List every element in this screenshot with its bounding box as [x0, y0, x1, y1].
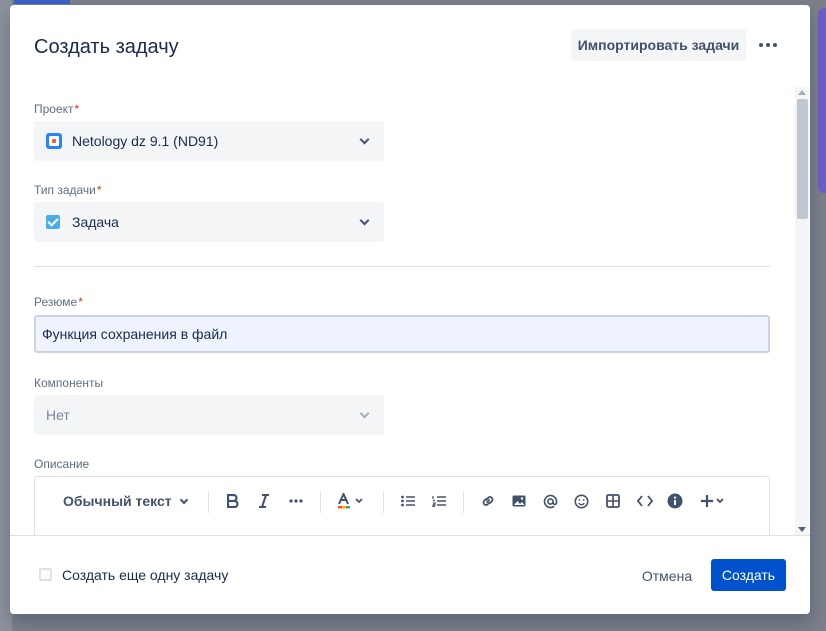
project-label: Проект* [34, 102, 80, 116]
components-value: Нет [46, 407, 70, 423]
link-icon[interactable] [479, 490, 497, 512]
emoji-icon[interactable] [573, 490, 589, 512]
chevron-down-icon [359, 134, 370, 145]
editor-toolbar: Обычный текст [35, 477, 769, 525]
chevron-down-icon [359, 408, 370, 419]
components-label: Компоненты [34, 376, 104, 390]
code-icon[interactable] [636, 490, 654, 512]
background-tab-indicator [14, 0, 70, 4]
issue-type-label: Тип задачи* [34, 183, 102, 197]
image-icon[interactable] [511, 490, 527, 512]
bullet-list-icon[interactable] [400, 490, 416, 512]
table-icon[interactable] [605, 490, 621, 512]
toolbar-divider [208, 491, 209, 513]
toolbar-divider [320, 491, 321, 513]
modal-header: Создать задачу Импортировать задачи [10, 5, 810, 87]
section-divider [34, 266, 770, 267]
project-select[interactable]: Netology dz 9.1 (ND91) [34, 121, 384, 161]
text-style-dropdown[interactable]: Обычный текст [63, 493, 188, 509]
components-select[interactable]: Нет [34, 395, 384, 435]
description-label: Описание [34, 457, 90, 471]
create-another-label: Создать еще одну задачу [62, 567, 229, 583]
text-color-icon[interactable] [336, 490, 368, 512]
create-issue-modal: Создать задачу Импортировать задачи Прое… [10, 5, 810, 614]
insert-icon[interactable] [699, 490, 729, 512]
modal-body: Проект* Netology dz 9.1 (ND91) Тип задач… [10, 87, 810, 535]
bold-icon[interactable] [225, 490, 241, 512]
toolbar-divider [463, 491, 464, 513]
chevron-down-icon [359, 215, 370, 226]
summary-input[interactable] [34, 315, 770, 353]
project-avatar-icon [46, 133, 62, 149]
create-button[interactable]: Создать [711, 559, 786, 591]
info-icon[interactable] [667, 490, 683, 512]
modal-footer: Создать еще одну задачу Отмена Создать [10, 535, 810, 614]
modal-title: Создать задачу [34, 36, 179, 58]
project-value: Netology dz 9.1 (ND91) [72, 133, 219, 149]
summary-label: Резюме* [34, 295, 83, 309]
scroll-up-arrow-icon[interactable] [798, 90, 806, 95]
mention-icon[interactable] [542, 490, 558, 512]
cancel-button[interactable]: Отмена [634, 560, 700, 592]
import-issues-button[interactable]: Импортировать задачи [571, 29, 746, 61]
numbered-list-icon[interactable] [431, 490, 447, 512]
task-checkbox-icon [46, 215, 60, 229]
more-actions-icon[interactable] [754, 33, 782, 57]
description-editor[interactable]: Обычный текст [34, 476, 770, 535]
more-formatting-icon[interactable] [287, 490, 305, 512]
chevron-down-icon [179, 495, 188, 504]
issue-type-select[interactable]: Задача [34, 202, 384, 242]
italic-icon[interactable] [256, 490, 272, 512]
background-sidebar-accent [818, 8, 826, 193]
toolbar-divider [383, 491, 384, 513]
scrollbar-thumb[interactable] [797, 99, 808, 219]
create-another-checkbox[interactable] [39, 568, 52, 581]
modal-scrollbar[interactable] [795, 87, 809, 535]
scroll-down-arrow-icon[interactable] [798, 527, 806, 532]
issue-type-value: Задача [72, 214, 119, 230]
